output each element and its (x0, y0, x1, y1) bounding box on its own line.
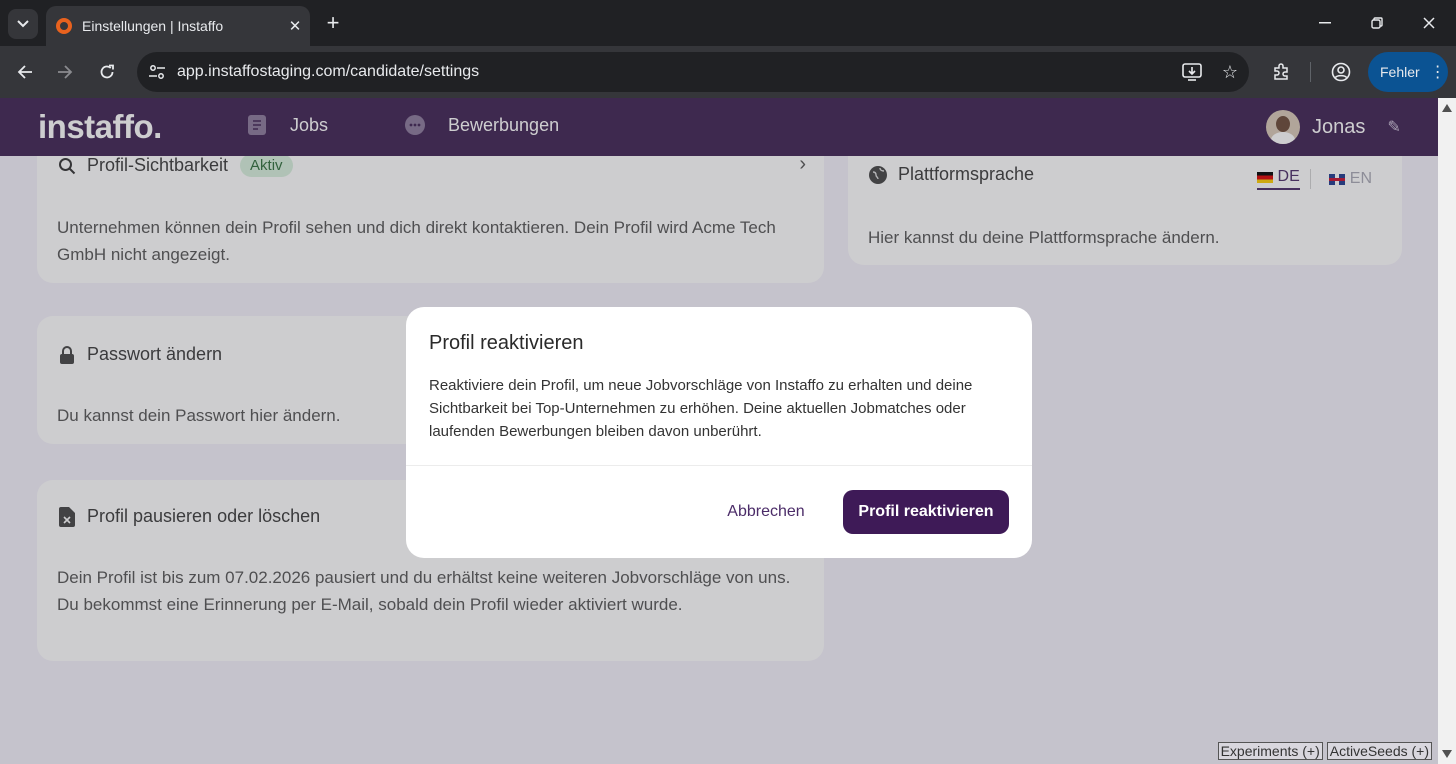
new-tab-button[interactable]: + (320, 10, 346, 36)
page-viewport: Profil-Sichtbarkeit Aktiv › Unternehmen … (0, 98, 1438, 764)
url-text[interactable]: app.instaffostaging.com/candidate/settin… (177, 63, 1173, 81)
debug-links: Experiments (+) ActiveSeeds (+) (1217, 742, 1432, 760)
reload-icon (100, 64, 114, 79)
scroll-up-icon[interactable] (1442, 104, 1452, 112)
error-label: Fehler (1380, 64, 1420, 80)
tab-search-button[interactable] (8, 9, 38, 39)
toolbar-divider (1310, 62, 1311, 82)
restore-icon (1371, 17, 1383, 29)
reload-button[interactable] (92, 57, 122, 87)
scroll-down-icon[interactable] (1442, 750, 1452, 758)
extensions-icon[interactable] (1266, 57, 1296, 87)
instaffo-favicon-icon (56, 18, 72, 34)
dialog-title: Profil reaktivieren (429, 332, 584, 354)
browser-tab[interactable]: Einstellungen | Instaffo ✕ (46, 6, 310, 46)
dialog-text: Reaktiviere dein Profil, um neue Jobvors… (429, 377, 973, 440)
close-icon (1423, 17, 1435, 29)
site-info-icon[interactable] (137, 64, 177, 80)
chevron-down-icon (17, 20, 29, 28)
bookmark-star-icon[interactable]: ☆ (1211, 62, 1249, 83)
close-window-button[interactable] (1404, 8, 1454, 38)
forward-button[interactable] (50, 57, 80, 87)
reactivate-profile-dialog: Profil reaktivieren Reaktiviere dein Pro… (406, 307, 1032, 558)
page-scrollbar[interactable] (1438, 98, 1456, 764)
browser-toolbar: app.instaffostaging.com/candidate/settin… (0, 46, 1456, 98)
install-app-icon[interactable] (1173, 63, 1211, 81)
close-tab-icon[interactable]: ✕ (280, 17, 310, 35)
dialog-divider (406, 465, 1032, 466)
more-vert-icon: ⋮ (1429, 64, 1446, 81)
restore-button[interactable] (1352, 8, 1402, 38)
minimize-icon (1319, 22, 1331, 24)
arrow-left-icon (17, 65, 32, 79)
profile-icon[interactable] (1326, 57, 1356, 87)
experiments-link[interactable]: Experiments (+) (1217, 742, 1323, 760)
address-bar[interactable]: app.instaffostaging.com/candidate/settin… (137, 52, 1249, 92)
minimize-button[interactable] (1300, 8, 1350, 38)
tab-title: Einstellungen | Instaffo (82, 18, 224, 34)
reactivate-profile-button[interactable]: Profil reaktivieren (843, 490, 1009, 534)
active-seeds-link[interactable]: ActiveSeeds (+) (1326, 742, 1432, 760)
error-menu-button[interactable]: Fehler ⋮ (1368, 52, 1448, 92)
browser-tab-bar: Einstellungen | Instaffo ✕ + (0, 0, 1456, 46)
cancel-button[interactable]: Abbrechen (711, 490, 821, 534)
arrow-right-icon (58, 65, 73, 79)
back-button[interactable] (10, 57, 40, 87)
